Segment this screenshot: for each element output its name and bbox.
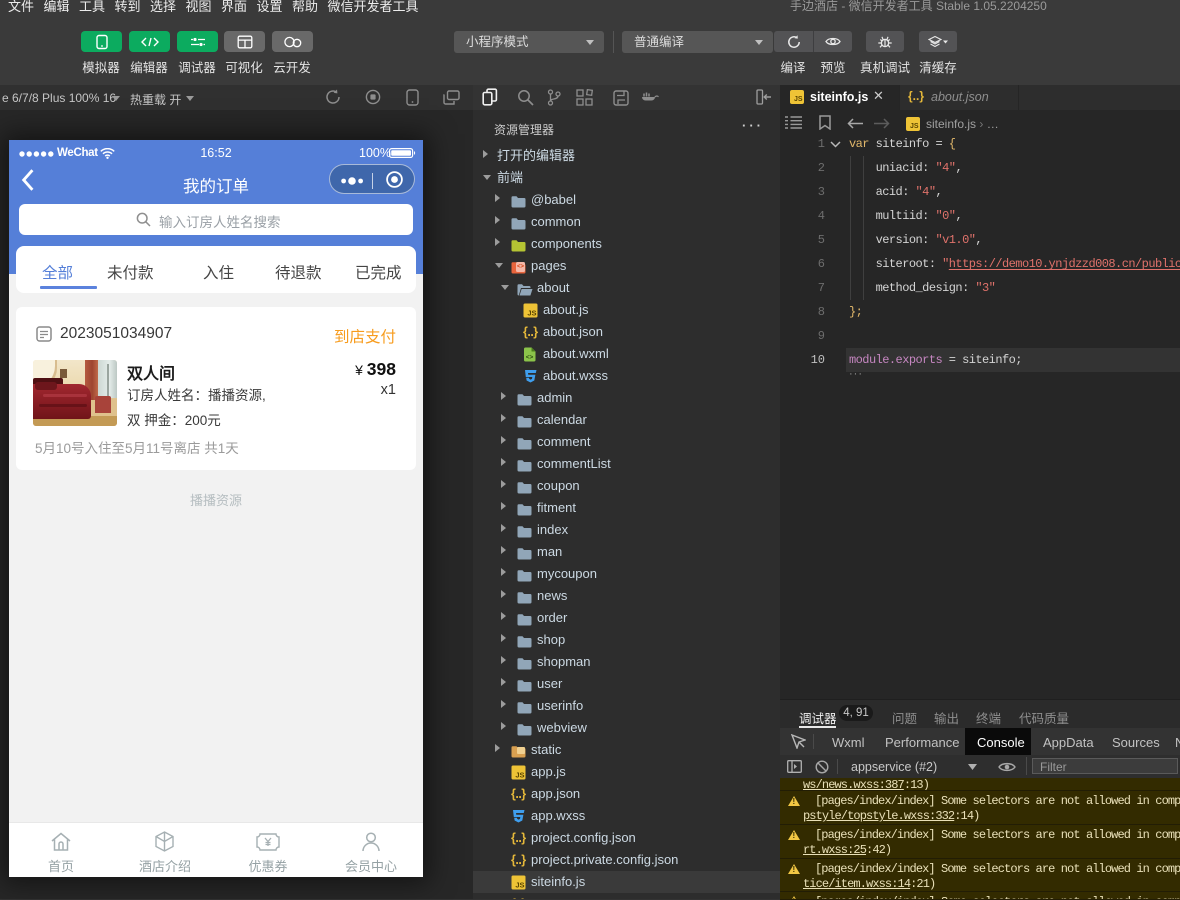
svg-text:JS: JS bbox=[527, 309, 536, 318]
svg-text:JS: JS bbox=[515, 771, 524, 780]
svg-text:<>: <> bbox=[526, 354, 534, 361]
svg-text:JS: JS bbox=[515, 881, 524, 890]
